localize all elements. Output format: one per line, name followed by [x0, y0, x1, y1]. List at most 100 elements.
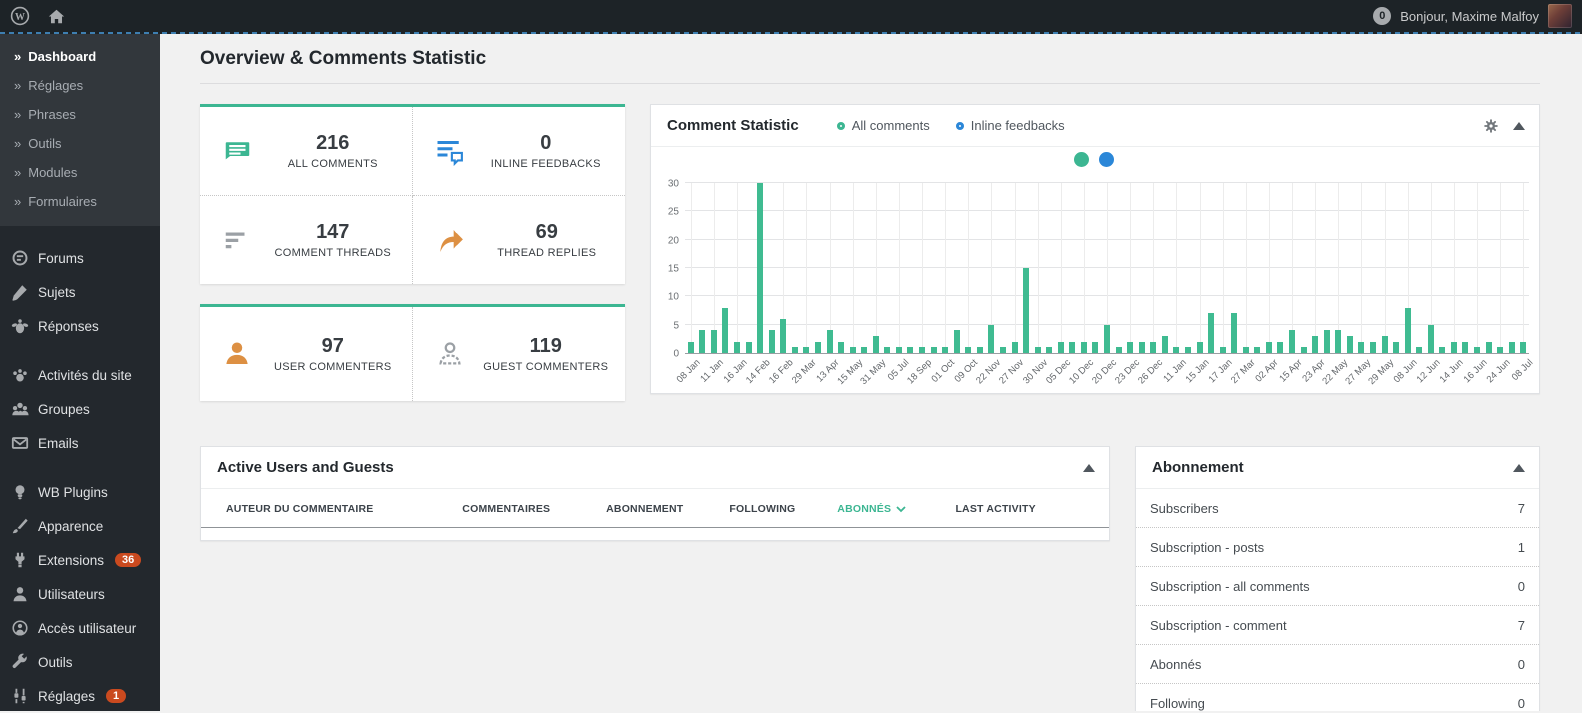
- page-title: Overview & Comments Statistic: [200, 48, 1540, 70]
- chart-slot: 29 Mar: [801, 169, 813, 353]
- all-comments-icon: [222, 136, 252, 166]
- subscription-row-abonnés[interactable]: Abonnés0: [1136, 645, 1539, 684]
- column-header-abonnés[interactable]: ABONNÉS: [837, 503, 955, 515]
- chart-bar: [988, 325, 994, 353]
- subscription-row-subscription-posts[interactable]: Subscription - posts1: [1136, 528, 1539, 567]
- subscription-row-subscription-all-comments[interactable]: Subscription - all comments0: [1136, 567, 1539, 606]
- collapse-icon[interactable]: [1513, 122, 1525, 130]
- chart-slot: 15 May: [847, 169, 859, 353]
- y-tick-label: 20: [668, 235, 679, 246]
- sidebar-item-phrases[interactable]: »Phrases: [0, 100, 160, 129]
- chart-slot: 22 Nov: [986, 169, 998, 353]
- wordpress-logo-icon[interactable]: W: [10, 6, 30, 26]
- chart-slot: [835, 169, 847, 353]
- sidebar-item-sujets[interactable]: Sujets: [0, 275, 160, 309]
- gear-icon[interactable]: [1483, 118, 1499, 134]
- chart-legend-dot[interactable]: [1099, 152, 1114, 167]
- legend-radio-all-comments[interactable]: All comments: [837, 118, 930, 133]
- chart-bar: [815, 342, 821, 353]
- sidebar-item-wb-plugins[interactable]: WB Plugins: [0, 475, 160, 509]
- home-icon[interactable]: [46, 6, 66, 26]
- chart-bar: [688, 342, 694, 353]
- emails-icon: [11, 434, 29, 452]
- sidebar-item-emails[interactable]: Emails: [0, 426, 160, 460]
- chart-slot: [1205, 169, 1217, 353]
- sidebar-item-groupes[interactable]: Groupes: [0, 392, 160, 426]
- chart-bar: [1277, 342, 1283, 353]
- bullet: »: [14, 107, 21, 122]
- subscription-row-subscribers[interactable]: Subscribers7: [1136, 489, 1539, 528]
- sidebar-item-dashboard[interactable]: »Dashboard: [0, 42, 160, 71]
- chart-slot: 02 Apr: [1263, 169, 1275, 353]
- sidebar-item-formulaires[interactable]: »Formulaires: [0, 187, 160, 216]
- radio-icon: [837, 122, 845, 130]
- column-header-commentaires[interactable]: COMMENTAIRES: [462, 503, 606, 515]
- sidebar-item-apparence[interactable]: Apparence: [0, 509, 160, 543]
- lightbulb-icon: [11, 483, 29, 501]
- top-dashed-divider: [0, 32, 1582, 34]
- collapse-icon[interactable]: [1083, 464, 1095, 472]
- sidebar-item-forums[interactable]: Forums: [0, 241, 160, 275]
- chart-slot: 24 Jun: [1494, 169, 1506, 353]
- chart-bar: [1370, 342, 1376, 353]
- sidebar-item-activités-du-site[interactable]: Activités du site: [0, 358, 160, 392]
- stat-value: 69: [485, 221, 610, 244]
- chart-bar: [1081, 342, 1087, 353]
- sidebar-item-extensions[interactable]: Extensions36: [0, 543, 160, 577]
- notification-count-badge[interactable]: 0: [1373, 7, 1391, 25]
- column-header-abonnement[interactable]: ABONNEMENT: [606, 503, 729, 515]
- stat-inline-feedbacks: 0 INLINE FEEDBACKS: [413, 107, 626, 196]
- collapse-icon[interactable]: [1513, 464, 1525, 472]
- chart-bar: [1451, 342, 1457, 353]
- chart-slot: [1090, 169, 1102, 353]
- sidebar-plugin-submenu: »Dashboard»Réglages»Phrases»Outils»Modul…: [0, 34, 160, 226]
- column-header-last-activity[interactable]: LAST ACTIVITY: [955, 503, 1089, 515]
- chart-slot: [812, 169, 824, 353]
- chart-bar: [1312, 336, 1318, 353]
- chart-slot: [928, 169, 940, 353]
- bullet: »: [14, 49, 21, 64]
- sidebar-item-réponses[interactable]: Réponses: [0, 309, 160, 343]
- chart-slot: 15 Jan: [1194, 169, 1206, 353]
- chart-slot: [1020, 169, 1032, 353]
- sidebar-item-utilisateurs[interactable]: Utilisateurs: [0, 577, 160, 611]
- subscription-row-subscription-comment[interactable]: Subscription - comment7: [1136, 606, 1539, 645]
- comment-threads-icon: [222, 225, 252, 255]
- sidebar-item-réglages[interactable]: »Réglages: [0, 71, 160, 100]
- bullet: »: [14, 78, 21, 93]
- subscription-value: 1: [1518, 540, 1525, 555]
- legend-radio-inline-feedbacks[interactable]: Inline feedbacks: [956, 118, 1065, 133]
- chart-bar: [931, 347, 937, 353]
- sidebar-item-accès-utilisateur[interactable]: Accès utilisateur: [0, 611, 160, 645]
- sidebar-item-modules[interactable]: »Modules: [0, 158, 160, 187]
- chart-legend-dot[interactable]: [1074, 152, 1089, 167]
- stat-value: 216: [270, 132, 396, 155]
- chart-slot: 20 Dec: [1101, 169, 1113, 353]
- chart-slot: [1321, 169, 1333, 353]
- sidebar-item-outils[interactable]: »Outils: [0, 129, 160, 158]
- subscription-row-following[interactable]: Following0: [1136, 684, 1539, 711]
- chart-slot: 23 Dec: [1124, 169, 1136, 353]
- chart-slot: 12 Jun: [1425, 169, 1437, 353]
- column-header-auteur-du-commentaire[interactable]: AUTEUR DU COMMENTAIRE: [226, 503, 462, 515]
- chart-bar: [977, 347, 983, 353]
- chart-plot-area: 08 Jan11 Jan16 Jan14 Feb16 Feb29 Mar13 A…: [685, 169, 1529, 354]
- chart-bar: [907, 347, 913, 353]
- chart-bar: [1266, 342, 1272, 353]
- chart-slot: 31 May: [870, 169, 882, 353]
- sidebar-item-outils[interactable]: Outils: [0, 645, 160, 679]
- update-count-badge: 36: [115, 553, 141, 567]
- avatar[interactable]: [1548, 4, 1572, 28]
- chart-slot: [1390, 169, 1402, 353]
- chart-slot: [997, 169, 1009, 353]
- chart-slot: 14 Feb: [754, 169, 766, 353]
- column-header-following[interactable]: FOLLOWING: [729, 503, 837, 515]
- account-greeting[interactable]: Bonjour, Maxime Malfoy: [1400, 9, 1539, 24]
- replies-icon: [11, 317, 29, 335]
- chart-slot: [1252, 169, 1264, 353]
- chart-slot: [1460, 169, 1472, 353]
- sidebar-item-réglages[interactable]: Réglages1: [0, 679, 160, 713]
- subscription-value: 0: [1518, 579, 1525, 594]
- chart-bar: [780, 319, 786, 353]
- topics-icon: [11, 283, 29, 301]
